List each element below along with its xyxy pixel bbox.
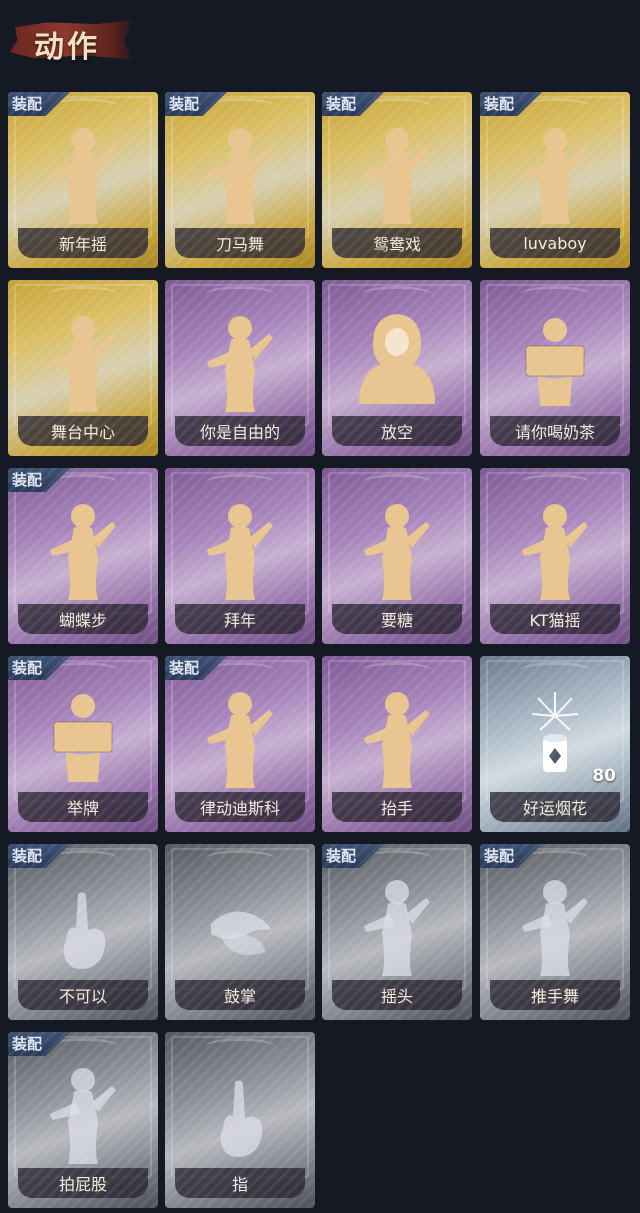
sign-figure-icon <box>40 686 126 790</box>
action-name: 放空 <box>332 416 462 446</box>
action-name: 鼓掌 <box>175 980 305 1010</box>
card-ornament <box>205 474 275 491</box>
action-name: 舞台中心 <box>18 416 148 446</box>
action-name: 好运烟花 <box>490 792 620 822</box>
card-ornament <box>205 1038 275 1055</box>
dance-figure-icon <box>197 498 283 602</box>
equipped-label: 装配 <box>326 847 357 865</box>
action-name: 举牌 <box>18 792 148 822</box>
action-name: 新年摇 <box>18 228 148 258</box>
action-name: KT猫摇 <box>490 604 620 634</box>
equipped-label: 装配 <box>326 95 357 113</box>
dance-figure-icon <box>40 498 126 602</box>
equipped-label: 装配 <box>484 95 515 113</box>
action-name: 不可以 <box>18 980 148 1010</box>
clapping-hands-icon <box>197 874 283 978</box>
card-ornament <box>205 850 275 867</box>
dance-figure-icon <box>40 122 126 226</box>
card-ornament <box>520 474 590 491</box>
action-name: 指 <box>175 1168 305 1198</box>
card-ornament <box>362 662 432 679</box>
action-card[interactable]: 拜年 <box>165 468 315 644</box>
action-card[interactable]: 装配推手舞 <box>480 844 630 1020</box>
action-card[interactable]: 抬手 <box>322 656 472 832</box>
action-name: 蝴蝶步 <box>18 604 148 634</box>
action-name: 你是自由的 <box>175 416 305 446</box>
equipped-label: 装配 <box>169 95 200 113</box>
dance-figure-icon <box>354 498 440 602</box>
dance-figure-icon <box>354 686 440 790</box>
action-card[interactable]: 舞台中心 <box>8 280 158 456</box>
sign-figure-icon <box>512 310 598 414</box>
action-card[interactable]: 装配鸳鸯戏 <box>322 92 472 268</box>
action-card[interactable]: 装配刀马舞 <box>165 92 315 268</box>
action-name: 要糖 <box>332 604 462 634</box>
action-name: 抬手 <box>332 792 462 822</box>
action-card[interactable]: 装配新年摇 <box>8 92 158 268</box>
equipped-label: 装配 <box>12 659 43 677</box>
action-card[interactable]: 装配 luvaboy <box>480 92 630 268</box>
card-ornament <box>520 662 590 679</box>
equipped-label: 装配 <box>12 95 43 113</box>
action-name: 律动迪斯科 <box>175 792 305 822</box>
action-card[interactable]: 装配不可以 <box>8 844 158 1020</box>
dance-figure-icon <box>512 122 598 226</box>
equipped-label: 装配 <box>169 659 200 677</box>
action-name: luvaboy <box>490 228 620 258</box>
equipped-label: 装配 <box>12 847 43 865</box>
action-card[interactable]: 指 <box>165 1032 315 1208</box>
dance-figure-icon <box>512 498 598 602</box>
action-card[interactable]: 你是自由的 <box>165 280 315 456</box>
dance-figure-icon <box>197 122 283 226</box>
action-name: 拍屁股 <box>18 1168 148 1198</box>
action-name: 拜年 <box>175 604 305 634</box>
action-card[interactable]: 装配蝴蝶步 <box>8 468 158 644</box>
action-card[interactable]: 要糖 <box>322 468 472 644</box>
card-ornament <box>362 474 432 491</box>
action-card[interactable]: KT猫摇 <box>480 468 630 644</box>
action-name: 推手舞 <box>490 980 620 1010</box>
card-ornament <box>362 286 432 303</box>
action-card[interactable]: 装配摇头 <box>322 844 472 1020</box>
dance-figure-icon <box>354 874 440 978</box>
pointing-hand-icon <box>197 1062 283 1166</box>
dance-figure-icon <box>197 686 283 790</box>
hooded-figure-icon <box>354 310 440 414</box>
action-grid: 装配 新年摇 装配 刀马舞 装配 鸳鸯戏 装配 luvaboy 舞台中心 你是自由的 放… <box>0 0 640 1213</box>
dance-figure-icon <box>197 310 283 414</box>
action-name: 刀马舞 <box>175 228 305 258</box>
action-card[interactable]: 请你喝奶茶 <box>480 280 630 456</box>
equipped-label: 装配 <box>484 847 515 865</box>
action-card[interactable]: 装配拍屁股 <box>8 1032 158 1208</box>
card-ornament <box>205 286 275 303</box>
action-name: 摇头 <box>332 980 462 1010</box>
action-card[interactable]: 鼓掌 <box>165 844 315 1020</box>
firework-icon <box>512 686 598 790</box>
dance-figure-icon <box>40 1062 126 1166</box>
dance-figure-icon <box>354 122 440 226</box>
action-card[interactable]: 装配举牌 <box>8 656 158 832</box>
action-card[interactable]: 80 好运烟花 <box>480 656 630 832</box>
action-card[interactable]: 放空 <box>322 280 472 456</box>
dance-figure-icon <box>512 874 598 978</box>
card-ornament <box>48 286 118 303</box>
equipped-label: 装配 <box>12 471 43 489</box>
card-ornament <box>520 286 590 303</box>
action-name: 鸳鸯戏 <box>332 228 462 258</box>
action-card[interactable]: 装配律动迪斯科 <box>165 656 315 832</box>
equipped-label: 装配 <box>12 1035 43 1053</box>
dance-figure-icon <box>40 310 126 414</box>
finger-wag-icon <box>40 874 126 978</box>
action-name: 请你喝奶茶 <box>490 416 620 446</box>
item-count: 80 <box>592 766 616 786</box>
